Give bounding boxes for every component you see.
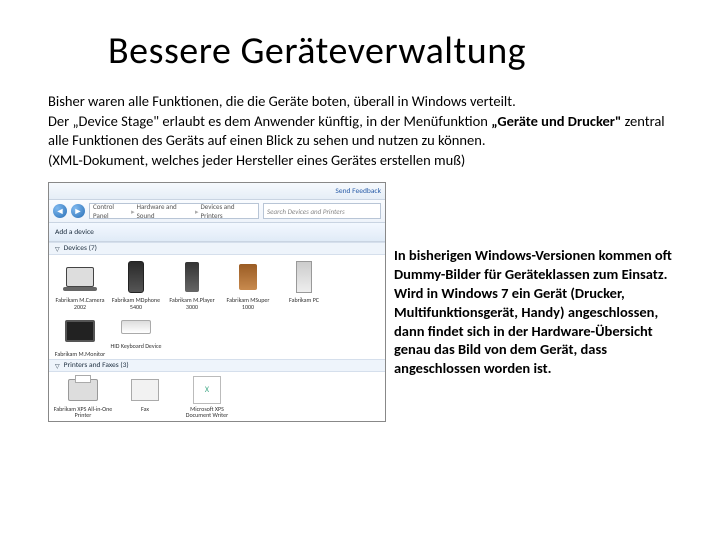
side-caption: In bisherigen Windows-Versionen kommen o… bbox=[394, 182, 672, 422]
camera-icon bbox=[61, 258, 99, 296]
device-item[interactable]: HID Keyboard Device bbox=[109, 312, 163, 357]
printer-label: Fax bbox=[141, 406, 149, 412]
xps-writer-icon: X bbox=[192, 375, 222, 405]
window-titlebar: Send Feedback bbox=[49, 183, 385, 200]
pc-tower-icon bbox=[285, 258, 323, 296]
chevron-right-icon: ▸ bbox=[195, 207, 199, 216]
device-label: Fabrikam PC bbox=[289, 297, 319, 303]
device-item[interactable]: Fabrikam MDphone 5400 bbox=[109, 258, 163, 310]
chevron-right-icon: ▸ bbox=[131, 207, 135, 216]
section-label: Devices (7) bbox=[64, 244, 97, 253]
device-item[interactable]: Fabrikam M.Monitor bbox=[53, 312, 107, 357]
intro-line1: Bisher waren alle Funktionen, die die Ge… bbox=[48, 92, 516, 110]
breadcrumb-part: Control Panel bbox=[93, 202, 129, 220]
device-label: Fabrikam M.Player 3000 bbox=[165, 297, 219, 310]
device-item[interactable]: Fabrikam MSuper 1000 bbox=[221, 258, 275, 310]
device-label: HID Keyboard Device bbox=[111, 343, 162, 349]
fax-icon bbox=[130, 375, 160, 405]
devices-section-header[interactable]: ▽ Devices (7) bbox=[49, 242, 385, 255]
media-player-icon bbox=[229, 258, 267, 296]
printer-label: Fabrikam XPS All-in-One Printer bbox=[53, 406, 113, 419]
devices-grid: Fabrikam M.Camera 2002 Fabrikam MDphone … bbox=[49, 255, 385, 357]
intro-line3: (XML-Dokument, welches jeder Hersteller … bbox=[48, 151, 465, 169]
printers-grid: Fabrikam XPS All-in-One Printer Fax X Mi… bbox=[49, 372, 385, 419]
breadcrumb-part: Hardware and Sound bbox=[137, 202, 193, 220]
back-button[interactable]: ◄ bbox=[53, 204, 67, 218]
add-device-button[interactable]: Add a device bbox=[55, 228, 94, 237]
device-item[interactable]: Fabrikam PC bbox=[277, 258, 331, 310]
mp3-player-icon bbox=[173, 258, 211, 296]
intro-line2a: Der „Device Stage" erlaubt es dem Anwend… bbox=[48, 112, 491, 130]
monitor-icon bbox=[61, 312, 99, 350]
intro-text: Bisher waren alle Funktionen, die die Ge… bbox=[48, 92, 672, 170]
printers-section-header[interactable]: ▽ Printers and Faxes (3) bbox=[49, 359, 385, 372]
device-label: Fabrikam MSuper 1000 bbox=[221, 297, 275, 310]
intro-line2b: „Geräte und Drucker" bbox=[491, 112, 621, 130]
breadcrumb[interactable]: Control Panel ▸ Hardware and Sound ▸ Dev… bbox=[89, 203, 259, 219]
collapse-icon: ▽ bbox=[55, 245, 60, 253]
printer-item[interactable]: Fax bbox=[115, 375, 175, 419]
mfp-printer-icon bbox=[68, 375, 98, 405]
printer-item[interactable]: X Microsoft XPS Document Writer bbox=[177, 375, 237, 419]
printer-item[interactable]: Fabrikam XPS All-in-One Printer bbox=[53, 375, 113, 419]
forward-button[interactable]: ► bbox=[71, 204, 85, 218]
device-label: Fabrikam M.Monitor bbox=[55, 351, 105, 357]
phone-icon bbox=[117, 258, 155, 296]
section-label: Printers and Faxes (3) bbox=[64, 361, 129, 370]
device-label: Fabrikam M.Camera 2002 bbox=[53, 297, 107, 310]
search-input[interactable]: Search Devices and Printers bbox=[263, 203, 381, 219]
keyboard-icon bbox=[121, 312, 151, 342]
breadcrumb-part: Devices and Printers bbox=[201, 202, 256, 220]
explorer-navbar: ◄ ► Control Panel ▸ Hardware and Sound ▸… bbox=[49, 200, 385, 223]
device-item[interactable]: Fabrikam M.Camera 2002 bbox=[53, 258, 107, 310]
slide-title: Bessere Geräteverwaltung bbox=[108, 28, 672, 74]
collapse-icon: ▽ bbox=[55, 362, 60, 370]
devices-printers-screenshot: Send Feedback ◄ ► Control Panel ▸ Hardwa… bbox=[48, 182, 386, 422]
send-feedback-link[interactable]: Send Feedback bbox=[335, 187, 381, 196]
printer-label: Microsoft XPS Document Writer bbox=[177, 406, 237, 419]
device-label: Fabrikam MDphone 5400 bbox=[109, 297, 163, 310]
device-item[interactable]: Fabrikam M.Player 3000 bbox=[165, 258, 219, 310]
command-bar: Add a device bbox=[49, 223, 385, 242]
